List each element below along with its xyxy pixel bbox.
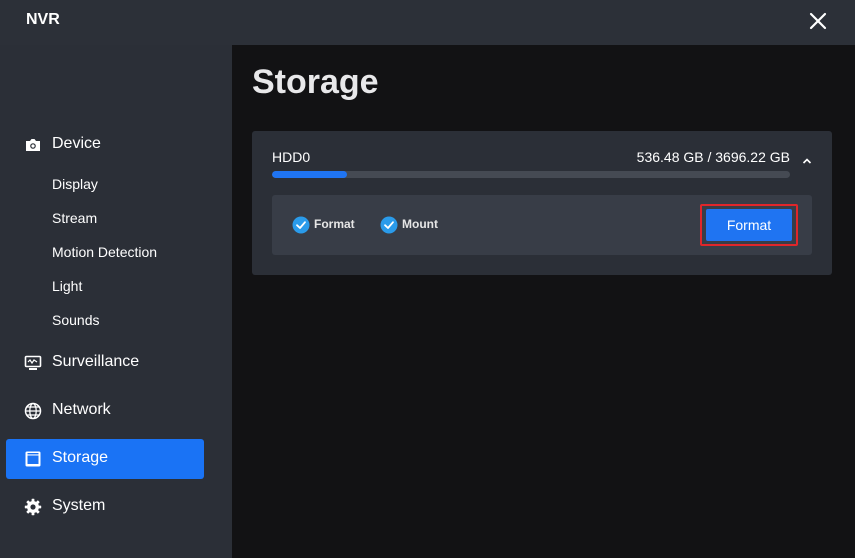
format-checkbox-label: Format	[314, 217, 355, 231]
sidebar-item-device[interactable]: Device	[6, 125, 204, 165]
mount-checkbox-label: Mount	[402, 217, 438, 231]
chevron-up-icon[interactable]	[802, 157, 812, 165]
disk-name: HDD0	[272, 149, 311, 165]
globe-icon	[24, 402, 42, 420]
sidebar-item-system[interactable]: System	[6, 487, 204, 527]
sidebar: Device Display Stream Motion Detection L…	[0, 45, 232, 558]
sidebar-item-surveillance[interactable]: Surveillance	[6, 343, 204, 383]
sidebar-subitem-stream[interactable]: Stream	[52, 210, 97, 226]
sidebar-item-label: Device	[52, 135, 101, 152]
sidebar-item-label: Network	[52, 401, 111, 418]
page-title: Storage	[252, 63, 379, 101]
disk-card: HDD0 536.48 GB / 3696.22 GB Format Mount…	[252, 131, 832, 275]
disk-options-panel: Format Mount Format	[272, 195, 812, 255]
sidebar-subitem-motion-detection[interactable]: Motion Detection	[52, 244, 157, 260]
sidebar-subitem-sounds[interactable]: Sounds	[52, 312, 99, 328]
disk-usage: 536.48 GB / 3696.22 GB	[636, 149, 790, 165]
mount-checkbox[interactable]: Mount	[380, 216, 440, 234]
title-bar: NVR	[0, 0, 855, 45]
format-button-highlight: Format	[700, 204, 798, 246]
app-title: NVR	[26, 11, 60, 28]
checkmark-circle-icon	[292, 216, 310, 234]
disk-usage-bar-fill	[272, 171, 348, 178]
disk-usage-bar	[272, 171, 790, 178]
format-checkbox[interactable]: Format	[292, 216, 358, 234]
sidebar-item-label: Surveillance	[52, 353, 140, 370]
camera-icon	[26, 139, 40, 151]
sidebar-item-network[interactable]: Network	[6, 391, 204, 431]
main-content: Storage HDD0 536.48 GB / 3696.22 GB Form…	[232, 45, 855, 558]
checkmark-circle-icon	[380, 216, 398, 234]
sidebar-item-label: System	[52, 497, 106, 514]
sidebar-item-storage[interactable]: Storage	[6, 439, 204, 479]
sidebar-item-label: Storage	[52, 449, 109, 466]
storage-icon	[25, 451, 41, 467]
sidebar-subitem-display[interactable]: Display	[52, 176, 98, 192]
gear-icon	[24, 498, 42, 516]
close-icon	[809, 12, 827, 30]
sidebar-subitem-light[interactable]: Light	[52, 278, 82, 294]
format-button[interactable]: Format	[706, 209, 792, 241]
close-button[interactable]	[803, 6, 833, 36]
monitor-icon	[24, 355, 42, 370]
